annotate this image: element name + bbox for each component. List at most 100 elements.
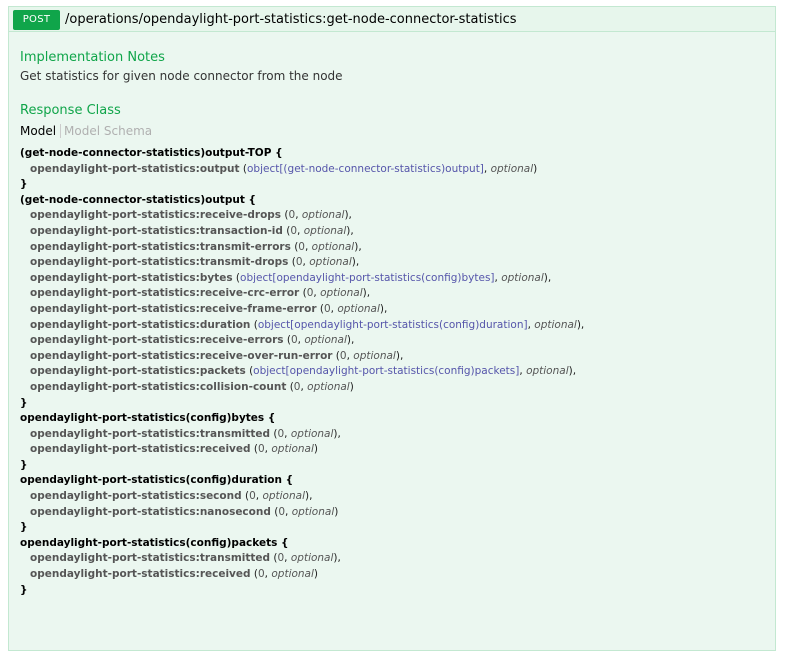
property-type-link[interactable]: object[opendaylight-port-statistics(conf…	[258, 319, 528, 331]
property-end: ),	[568, 365, 577, 378]
property-end: ),	[344, 209, 352, 222]
property-end: ),	[333, 552, 341, 565]
model-property: opendaylight-port-statistics:second (0, …	[30, 490, 313, 503]
property-end: ),	[395, 349, 404, 362]
model-property: opendaylight-port-statistics:transmit-dr…	[30, 256, 360, 269]
property-name: opendaylight-port-statistics:receive-fra…	[30, 302, 317, 315]
property-end: ),	[305, 490, 313, 503]
property-optional: optional	[291, 505, 335, 518]
property-end: ),	[346, 224, 354, 237]
property-optional: optional	[307, 380, 350, 393]
property-end: )	[533, 162, 538, 175]
property-end: ),	[354, 240, 362, 253]
model-property: opendaylight-port-statistics:transmitted…	[30, 552, 341, 565]
model-property: opendaylight-port-statistics:receive-err…	[30, 334, 355, 347]
model-property: opendaylight-port-statistics:transmitted…	[30, 427, 341, 440]
model-property: opendaylight-port-statistics:nanosecond …	[30, 505, 339, 518]
property-type: 0	[277, 427, 285, 440]
property-name: opendaylight-port-statistics:receive-crc…	[30, 287, 300, 300]
property-end: ),	[543, 271, 552, 284]
property-name: opendaylight-port-statistics:received	[30, 443, 251, 456]
property-optional: optional	[501, 271, 544, 284]
property-type-link[interactable]: object[opendaylight-port-statistics(conf…	[240, 272, 495, 284]
property-optional: optional	[490, 162, 534, 175]
property-name: opendaylight-port-statistics:output	[30, 162, 240, 175]
tab-model[interactable]: Model	[20, 124, 62, 138]
property-type: 0	[306, 287, 314, 300]
property-end: ),	[333, 427, 341, 440]
property-type: 0	[278, 505, 285, 518]
property-type-link[interactable]: object[(get-node-connector-statistics)ou…	[247, 163, 484, 175]
model-property: opendaylight-port-statistics:collision-c…	[30, 380, 354, 393]
property-optional: optional	[320, 287, 363, 300]
response-class-heading: Response Class	[20, 103, 121, 118]
property-type: 0	[290, 224, 298, 237]
property-type: 0	[257, 568, 265, 581]
property-name: opendaylight-port-statistics:second	[30, 490, 242, 503]
model-property: opendaylight-port-statistics:duration (o…	[30, 318, 585, 331]
model-property: opendaylight-port-statistics:receive-ove…	[30, 349, 404, 362]
property-name: opendaylight-port-statistics:transmit-er…	[30, 240, 291, 253]
property-end: ),	[379, 302, 388, 315]
property-type: 0	[257, 443, 265, 456]
property-type: 0	[339, 349, 347, 362]
operation-header[interactable]: POST /operations/opendaylight-port-stati…	[8, 6, 776, 31]
model-property: opendaylight-port-statistics:packets (ob…	[30, 365, 577, 378]
property-name: opendaylight-port-statistics:receive-err…	[30, 334, 284, 347]
property-name: opendaylight-port-statistics:transmitted	[30, 552, 271, 565]
property-end: )	[349, 380, 354, 393]
model-close-brace: }	[20, 178, 28, 191]
tab-model-schema[interactable]: Model Schema	[61, 124, 152, 138]
model-signature: (get-node-connector-statistics)output-TO…	[20, 146, 765, 598]
property-name: opendaylight-port-statistics:nanosecond	[30, 505, 271, 518]
model-title: (get-node-connector-statistics)output {	[20, 193, 256, 206]
property-end: )	[334, 505, 339, 518]
model-property: opendaylight-port-statistics:receive-crc…	[30, 287, 371, 300]
property-optional: optional	[303, 224, 347, 237]
property-optional: optional	[271, 568, 314, 581]
property-end: )	[313, 443, 319, 456]
model-property: opendaylight-port-statistics:received (0…	[30, 443, 319, 456]
model-property: opendaylight-port-statistics:transmit-er…	[30, 240, 362, 253]
property-optional: optional	[301, 209, 345, 222]
property-name: opendaylight-port-statistics:collision-c…	[30, 380, 287, 393]
property-name: opendaylight-port-statistics:transmitted	[30, 427, 271, 440]
operation-content: Implementation Notes Get statistics for …	[8, 31, 776, 651]
model-property: opendaylight-port-statistics:transaction…	[30, 224, 354, 237]
property-optional: optional	[290, 552, 334, 565]
property-end: ),	[346, 334, 355, 347]
property-type-link[interactable]: object[opendaylight-port-statistics(conf…	[253, 365, 519, 377]
property-optional: optional	[526, 365, 569, 378]
property-name: opendaylight-port-statistics:transaction…	[30, 224, 283, 237]
model-property: opendaylight-port-statistics:output (obj…	[30, 162, 538, 175]
property-name: opendaylight-port-statistics:bytes	[30, 271, 233, 284]
property-name: opendaylight-port-statistics:transmit-dr…	[30, 256, 289, 269]
model-title: (get-node-connector-statistics)output-TO…	[20, 147, 283, 159]
property-type: 0	[298, 240, 305, 253]
property-type: 0	[277, 552, 285, 565]
property-end: )	[313, 568, 319, 581]
property-end: ),	[576, 318, 585, 331]
http-method-badge[interactable]: POST	[13, 10, 60, 30]
implementation-notes-heading: Implementation Notes	[20, 50, 165, 65]
property-type: 0	[323, 302, 331, 315]
model-title: opendaylight-port-statistics(config)dura…	[20, 474, 294, 487]
property-type: 0	[295, 256, 303, 269]
property-type: 0	[288, 209, 296, 222]
property-optional: optional	[271, 443, 314, 456]
model-property: opendaylight-port-statistics:received (0…	[30, 568, 319, 581]
property-name: opendaylight-port-statistics:duration	[30, 318, 251, 331]
property-optional: optional	[534, 318, 577, 331]
property-end: ),	[362, 287, 371, 300]
property-optional: optional	[304, 334, 347, 347]
model-property: opendaylight-port-statistics:receive-dro…	[30, 209, 352, 222]
model-title: opendaylight-port-statistics(config)pack…	[20, 536, 289, 549]
property-end: ),	[351, 256, 360, 269]
model-close-brace: }	[20, 583, 28, 596]
property-type: 0	[290, 334, 298, 347]
property-type: 0	[293, 380, 301, 393]
property-optional: optional	[353, 349, 396, 362]
operation-path-link[interactable]: /operations/opendaylight-port-statistics…	[65, 7, 517, 32]
property-name: opendaylight-port-statistics:packets	[30, 365, 246, 378]
model-title: opendaylight-port-statistics(config)byte…	[20, 412, 276, 425]
